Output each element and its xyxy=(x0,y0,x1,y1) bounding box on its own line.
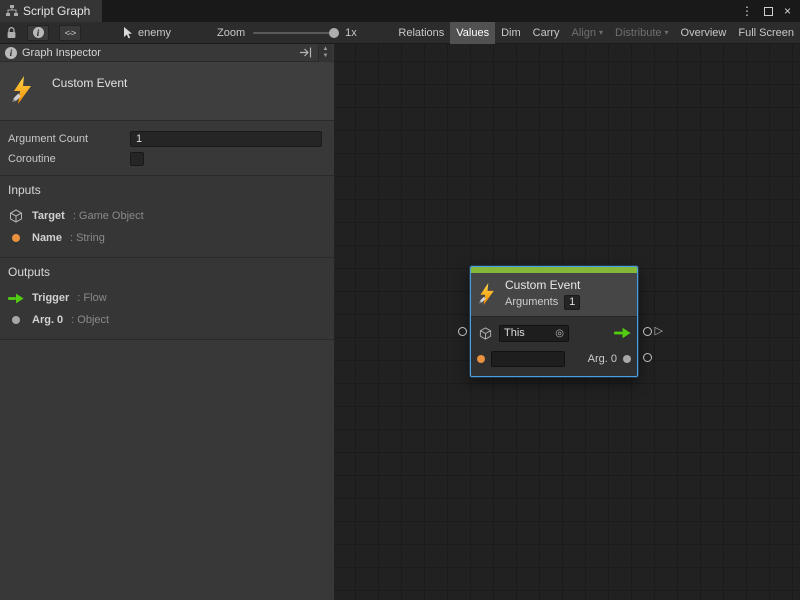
custom-event-icon xyxy=(10,76,36,104)
port-row-target: Target : Game Object xyxy=(8,205,326,227)
node-row-arg0: Arg. 0 xyxy=(477,349,631,369)
graph-reference[interactable]: enemy xyxy=(123,27,171,39)
zoom-label: Zoom xyxy=(217,27,245,39)
arg0-label: Arg. 0 xyxy=(588,353,617,365)
gameobject-cube-icon xyxy=(8,209,24,223)
values-button[interactable]: Values xyxy=(450,22,495,44)
maximize-icon[interactable] xyxy=(764,7,773,16)
toolbar-buttons: Relations Values Dim Carry Align ▾ Distr… xyxy=(392,22,800,44)
port-type: : Object xyxy=(71,314,109,326)
tab-script-graph[interactable]: Script Graph xyxy=(0,0,102,22)
outputs-section: Outputs Trigger : Flow Arg. 0 : Object xyxy=(0,258,334,340)
coroutine-label: Coroutine xyxy=(8,153,130,165)
script-graph-icon xyxy=(6,5,18,17)
chevron-down-icon: ▾ xyxy=(665,28,669,37)
custom-event-icon xyxy=(478,283,497,305)
relations-button[interactable]: Relations xyxy=(392,22,450,44)
carry-button[interactable]: Carry xyxy=(527,22,566,44)
zoom-value: 1x xyxy=(345,27,357,39)
node-body: This ◎ Arg. 0 xyxy=(471,316,637,376)
port-name: Arg. 0 xyxy=(32,314,63,326)
port-name: Trigger xyxy=(32,292,69,304)
info-icon: i xyxy=(33,27,44,38)
argument-count-row: Argument Count 1 xyxy=(8,129,322,149)
connection-triangle-icon: ▷ xyxy=(655,326,663,337)
arguments-label: Arguments xyxy=(505,296,558,308)
node-row-target: This ◎ xyxy=(477,323,631,343)
dim-button[interactable]: Dim xyxy=(495,22,527,44)
arguments-count-field[interactable]: 1 xyxy=(564,295,580,310)
info-icon: i xyxy=(5,47,17,59)
coroutine-checkbox[interactable] xyxy=(130,152,144,166)
scroll-stepper[interactable]: ▲ ▼ xyxy=(318,44,332,62)
name-in-port[interactable] xyxy=(477,355,485,363)
dock-icon[interactable] xyxy=(299,47,312,58)
inputs-section: Inputs Target : Game Object Name : Strin… xyxy=(0,176,334,258)
flow-arrow-icon xyxy=(8,293,24,304)
argument-count-label: Argument Count xyxy=(8,133,130,145)
port-row-arg0: Arg. 0 : Object xyxy=(8,309,326,331)
node-title: Custom Event xyxy=(505,278,580,292)
window-controls: ⋮ × xyxy=(741,5,800,17)
inspector-toggle-button[interactable]: i xyxy=(27,25,49,41)
inspector-node-head: Custom Event xyxy=(0,62,334,121)
scroll-up-icon[interactable]: ▲ xyxy=(323,46,329,53)
graph-name-label: enemy xyxy=(138,27,171,39)
inspector-title: Graph Inspector xyxy=(22,47,101,59)
target-dropdown[interactable]: This ◎ xyxy=(499,325,569,342)
graph-inspector-panel: i Graph Inspector ▲ ▼ Custom Event Argum… xyxy=(0,44,335,600)
code-view-button[interactable]: <-> xyxy=(59,25,81,41)
object-port-icon xyxy=(8,316,24,324)
align-button[interactable]: Align ▾ xyxy=(566,22,609,44)
align-label: Align xyxy=(572,27,596,39)
outputs-heading: Outputs xyxy=(8,265,326,279)
port-name: Target xyxy=(32,210,65,222)
gameobject-cube-icon xyxy=(477,327,493,340)
target-value: This xyxy=(504,327,525,339)
distribute-label: Distribute xyxy=(615,27,661,39)
external-port-right-trigger[interactable] xyxy=(643,327,652,336)
inspector-node-title: Custom Event xyxy=(52,76,127,90)
chevron-down-icon: ▾ xyxy=(599,28,603,37)
zoom-slider[interactable] xyxy=(253,27,339,39)
port-name: Name xyxy=(32,232,62,244)
node-header[interactable]: Custom Event Arguments 1 xyxy=(471,273,637,316)
port-type: : Flow xyxy=(77,292,106,304)
graph-canvas[interactable]: Custom Event Arguments 1 This ◎ xyxy=(335,44,800,600)
zoom-slider-handle[interactable] xyxy=(329,28,339,38)
graph-toolbar: i <-> enemy Zoom 1x Relations Values Dim… xyxy=(0,22,800,44)
argument-count-input[interactable]: 1 xyxy=(130,131,322,147)
arg0-out-port[interactable] xyxy=(623,355,631,363)
tab-label: Script Graph xyxy=(23,4,90,18)
port-row-name: Name : String xyxy=(8,227,326,249)
close-icon[interactable]: × xyxy=(784,5,791,17)
zoom-slider-track xyxy=(253,32,339,34)
distribute-button[interactable]: Distribute ▾ xyxy=(609,22,674,44)
port-row-trigger: Trigger : Flow xyxy=(8,287,326,309)
inputs-heading: Inputs xyxy=(8,183,326,197)
lock-icon[interactable] xyxy=(6,26,17,39)
inspector-fields: Argument Count 1 Coroutine xyxy=(0,121,334,176)
menu-icon[interactable]: ⋮ xyxy=(741,5,753,17)
string-port-icon xyxy=(8,234,24,242)
custom-event-node[interactable]: Custom Event Arguments 1 This ◎ xyxy=(470,266,638,377)
cursor-icon xyxy=(123,27,133,39)
trigger-out-port[interactable] xyxy=(614,327,631,339)
external-port-left[interactable] xyxy=(458,327,467,336)
external-port-right-arg0[interactable] xyxy=(643,353,652,362)
port-type: : String xyxy=(70,232,105,244)
arg0-input[interactable] xyxy=(491,351,565,367)
scroll-down-icon[interactable]: ▼ xyxy=(323,53,329,60)
code-icon: <-> xyxy=(65,28,76,38)
window-titlebar: Script Graph ⋮ × xyxy=(0,0,800,22)
inspector-header: i Graph Inspector ▲ ▼ xyxy=(0,44,334,62)
object-picker-icon[interactable]: ◎ xyxy=(555,328,564,339)
fullscreen-button[interactable]: Full Screen xyxy=(732,22,800,44)
coroutine-row: Coroutine xyxy=(8,149,322,169)
overview-button[interactable]: Overview xyxy=(675,22,733,44)
port-type: : Game Object xyxy=(73,210,144,222)
